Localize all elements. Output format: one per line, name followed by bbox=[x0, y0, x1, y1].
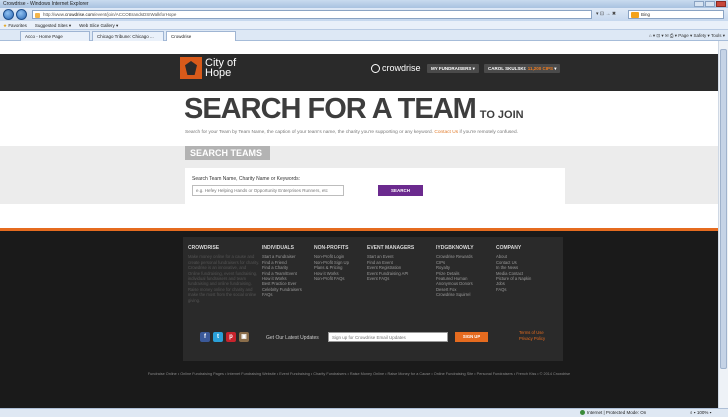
star-icon: ★ bbox=[3, 23, 8, 28]
tab-acco[interactable]: Acco - Home Page bbox=[20, 31, 90, 41]
scrollbar-thumb[interactable] bbox=[720, 49, 727, 369]
page-title: SEARCH FOR A TEAM TO JOIN bbox=[184, 93, 524, 125]
instagram-icon[interactable]: ▣ bbox=[239, 332, 249, 342]
terms-link[interactable]: Terms of Use bbox=[519, 330, 545, 336]
close-button[interactable] bbox=[716, 1, 726, 7]
city-of-hope-icon bbox=[180, 57, 202, 79]
footer-column: EVENT MANAGERS Start an Event Find an Even… bbox=[367, 245, 415, 281]
footer-column-heading: NON-PROFITS bbox=[314, 245, 349, 251]
twitter-icon[interactable]: t bbox=[213, 332, 223, 342]
globe-icon bbox=[580, 410, 585, 415]
facebook-icon[interactable]: f bbox=[200, 332, 210, 342]
tab-bar: Acco - Home Page Chicago Tribune: Chicag… bbox=[0, 30, 728, 41]
suggested-sites-link[interactable]: Suggested Sites ▾ bbox=[35, 21, 71, 29]
status-bar: Internet | Protected Mode: On ⌕ ▾ 100% ▾ bbox=[0, 408, 728, 417]
maximize-button[interactable] bbox=[705, 1, 715, 7]
bing-icon bbox=[631, 12, 639, 18]
footer-link[interactable]: Event FAQs bbox=[367, 276, 414, 281]
pinterest-icon[interactable]: p bbox=[226, 332, 236, 342]
privacy-link[interactable]: Privacy Policy bbox=[519, 336, 545, 342]
site-favicon-icon bbox=[35, 12, 40, 18]
footer-column: COMPANY About Contact Us In the News Media C… bbox=[496, 245, 531, 292]
search-section: SEARCH TEAMS Search Team Name, Charity N… bbox=[0, 146, 718, 210]
footer: CROWDRISE Make money online for a cause a… bbox=[0, 231, 718, 408]
footer-column-heading: EVENT MANAGERS bbox=[367, 245, 415, 251]
search-label: Search Team Name, Charity Name or Keywor… bbox=[192, 176, 301, 182]
window-titlebar: Crowdrise - Windows Internet Explorer bbox=[0, 0, 728, 8]
footer-column: CROWDRISE Make money online for a cause a… bbox=[188, 245, 263, 303]
city-of-hope-logo[interactable]: City of Hope bbox=[180, 57, 236, 79]
tab-crowdrise[interactable]: Crowdrise bbox=[166, 31, 236, 41]
page-spacer bbox=[0, 204, 718, 228]
footer-column-heading: INDIVIDUALS bbox=[262, 245, 294, 251]
security-zone: Internet | Protected Mode: On bbox=[580, 409, 646, 417]
browser-search-input[interactable]: Bing bbox=[628, 10, 724, 19]
footer-column: INDIVIDUALS Start a Fundraiser Find a Frie… bbox=[262, 245, 302, 298]
email-signup-input[interactable] bbox=[328, 332, 448, 342]
legal-links: Terms of Use Privacy Policy bbox=[519, 330, 545, 341]
footer-link[interactable]: Non-Profit FAQs bbox=[314, 276, 349, 281]
footer-about-text: make the most from the social online bbox=[188, 292, 257, 298]
footer-column-heading: COMPANY bbox=[496, 245, 522, 251]
back-icon[interactable] bbox=[3, 9, 14, 20]
footer-column: NON-PROFITS Non-Profit Login Non-Profit Si… bbox=[314, 245, 349, 281]
vertical-scrollbar[interactable] bbox=[718, 41, 728, 408]
search-button[interactable]: SEARCH bbox=[378, 185, 423, 196]
zoom-control[interactable]: ⌕ ▾ 100% ▾ bbox=[690, 409, 712, 417]
page-subtitle: Search for your Team by Team Name, the c… bbox=[185, 130, 518, 135]
contact-us-link[interactable]: Contact Us bbox=[434, 130, 458, 135]
footer-link[interactable]: FAQs bbox=[262, 292, 302, 297]
minimize-button[interactable] bbox=[694, 1, 704, 7]
window-title: Crowdrise - Windows Internet Explorer bbox=[3, 1, 89, 7]
tab-chicago-tribune[interactable]: Chicago Tribune: Chicago ... bbox=[92, 31, 164, 41]
forward-icon[interactable] bbox=[16, 9, 27, 20]
footer-copyright: Fundraise Online • Online Fundraising Pa… bbox=[147, 372, 571, 376]
crowdrise-icon bbox=[371, 63, 380, 73]
favorites-bar: ★ Favorites Suggested Sites ▾ Web Slice … bbox=[0, 21, 728, 30]
footer-link[interactable]: FAQs bbox=[496, 287, 531, 292]
user-menu-button[interactable]: CAROL SKULSKI: 11,200 CIPS ▾ bbox=[484, 64, 561, 73]
footer-column-heading: IYDGBKNOWLY bbox=[436, 245, 474, 251]
footer-about-text: giving. bbox=[188, 297, 201, 303]
favorites-button[interactable]: ★ Favorites bbox=[3, 21, 27, 29]
signup-button[interactable]: SIGN UP bbox=[455, 332, 488, 342]
page-viewport: City of Hope crowdrise MY FUNDRAISERS ▾ … bbox=[0, 41, 718, 408]
address-bar: http://www.crowdrise.com/event/join/ACCO… bbox=[0, 8, 728, 21]
url-field[interactable]: http://www.crowdrise.com/event/join/ACCO… bbox=[32, 10, 592, 19]
web-slice-link[interactable]: Web Slice Gallery ▾ bbox=[79, 21, 118, 29]
site-header: City of Hope crowdrise MY FUNDRAISERS ▾ … bbox=[0, 54, 718, 91]
footer-column: IYDGBKNOWLY Crowdrise Rewards CIPs Royalty P… bbox=[436, 245, 474, 298]
updates-label: Get Our Latest Updates bbox=[266, 335, 319, 341]
my-fundraisers-button[interactable]: MY FUNDRAISERS ▾ bbox=[427, 64, 479, 73]
footer-column-heading: CROWDRISE bbox=[188, 245, 220, 251]
command-bar[interactable]: ⌂ ▾ ⊡ ▾ ✉ ⎙ ▾ Page ▾ Safety ▾ Tools ▾ bbox=[649, 31, 725, 40]
team-search-input[interactable] bbox=[192, 185, 344, 196]
footer-panel: CROWDRISE Make money online for a cause a… bbox=[183, 237, 563, 361]
window-controls bbox=[694, 1, 726, 7]
social-links: f t p ▣ bbox=[200, 332, 249, 342]
address-tools[interactable]: ▾ ⊡ → ✖ bbox=[596, 10, 626, 19]
crowdrise-logo[interactable]: crowdrise bbox=[371, 63, 421, 73]
search-teams-tab: SEARCH TEAMS bbox=[185, 146, 270, 160]
footer-link[interactable]: Crowdrise Squirrel bbox=[436, 292, 474, 297]
